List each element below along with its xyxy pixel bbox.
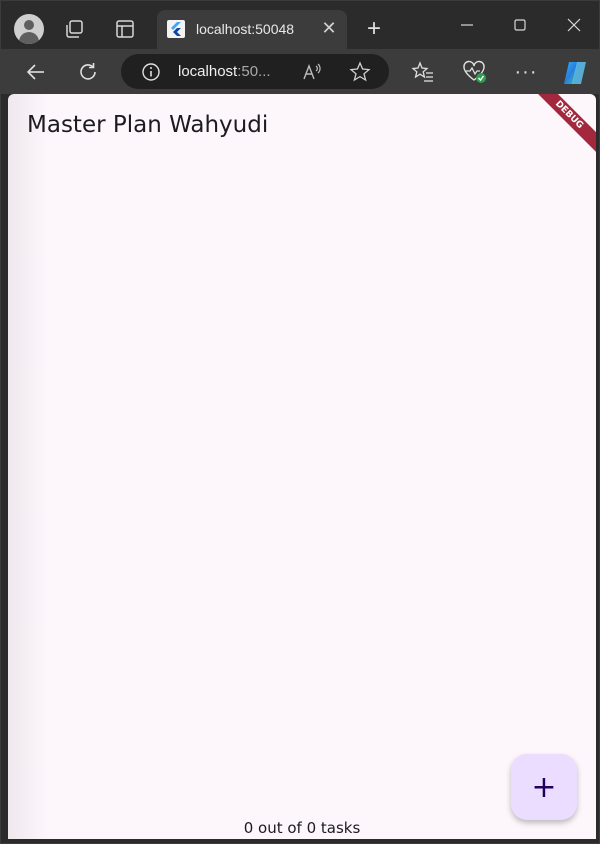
reload-icon[interactable] xyxy=(75,59,101,85)
close-icon[interactable] xyxy=(562,13,586,37)
url-port: :50... xyxy=(237,63,271,80)
page-viewport: Master Plan Wahyudi DEBUG 0 out of 0 tas… xyxy=(8,94,596,839)
flutter-icon xyxy=(167,20,185,38)
copilot-icon[interactable] xyxy=(560,58,590,88)
minimize-icon[interactable] xyxy=(455,13,479,37)
app-title: Master Plan Wahyudi xyxy=(27,112,269,138)
task-count-text: 0 out of 0 tasks xyxy=(243,819,361,837)
favorites-icon[interactable] xyxy=(410,59,436,85)
tab-localhost[interactable]: localhost:50048 ✕ xyxy=(157,10,347,49)
debug-banner: DEBUG xyxy=(525,94,596,159)
add-task-button[interactable]: + xyxy=(511,754,577,820)
back-icon[interactable] xyxy=(23,59,49,85)
browser-toolbar: localhost:50... xyxy=(1,49,599,94)
browser-window: localhost:50048 ✕ + localhost:50... ··· … xyxy=(0,0,600,844)
tab-strip: localhost:50048 ✕ + xyxy=(1,1,599,49)
new-tab-button[interactable]: + xyxy=(361,16,387,42)
tab-actions-icon[interactable] xyxy=(63,17,87,41)
profile-icon[interactable] xyxy=(14,14,44,44)
address-bar[interactable]: localhost:50... xyxy=(121,54,389,89)
url-text: localhost:50... xyxy=(178,63,271,80)
info-icon[interactable] xyxy=(141,62,161,82)
tab-close-button[interactable]: ✕ xyxy=(319,18,339,38)
vertical-tabs-icon[interactable] xyxy=(113,17,137,41)
favorite-star-icon[interactable] xyxy=(349,61,371,83)
browser-essentials-icon[interactable] xyxy=(461,59,487,85)
url-host: localhost xyxy=(178,63,238,80)
more-options-button[interactable]: ··· xyxy=(513,59,539,85)
tab-title: localhost:50048 xyxy=(196,21,295,37)
read-aloud-icon[interactable] xyxy=(301,61,323,83)
maximize-icon[interactable] xyxy=(508,13,532,37)
